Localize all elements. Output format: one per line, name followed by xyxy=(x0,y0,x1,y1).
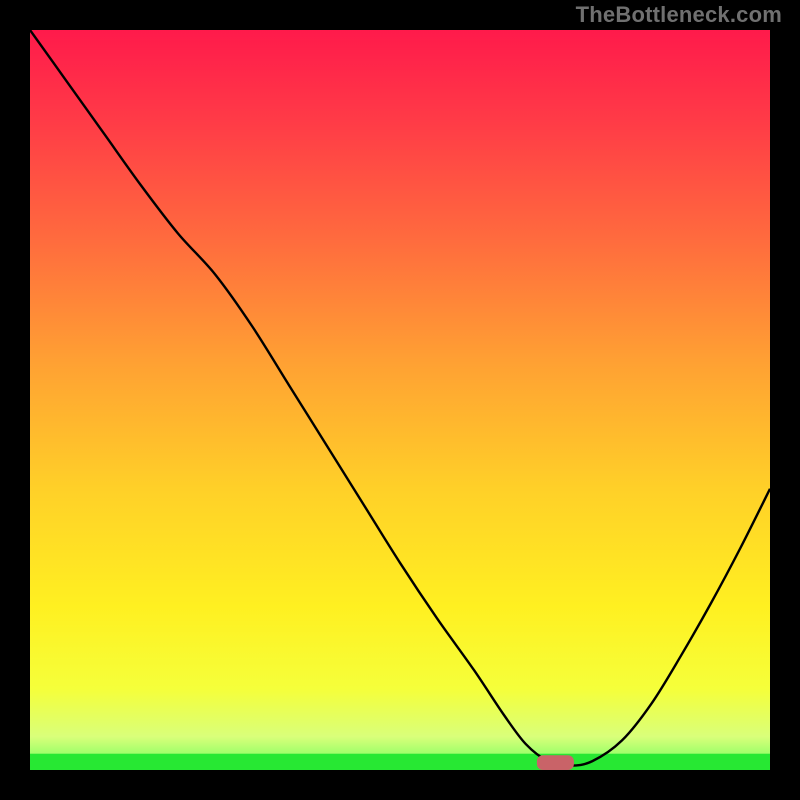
chart-canvas xyxy=(30,30,770,770)
optimal-marker[interactable] xyxy=(537,755,574,770)
green-band xyxy=(30,754,770,770)
gradient-background xyxy=(30,30,770,770)
watermark-text: TheBottleneck.com xyxy=(576,2,782,28)
bottleneck-chart xyxy=(30,30,770,770)
